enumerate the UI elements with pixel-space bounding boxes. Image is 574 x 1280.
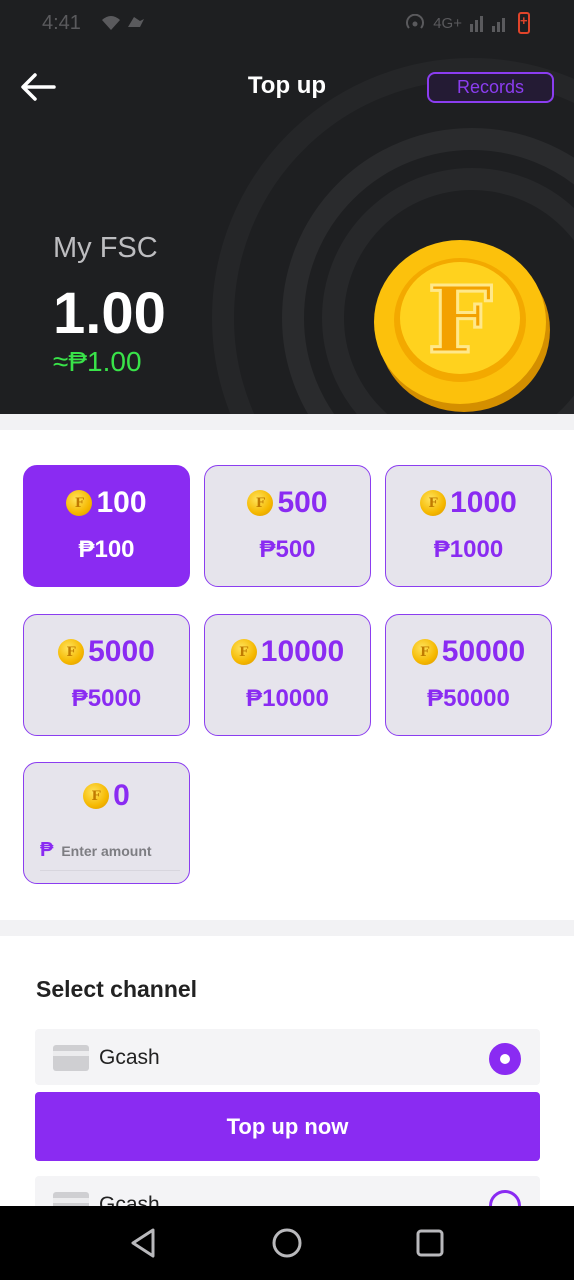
topup-now-button[interactable]: Top up now — [35, 1092, 540, 1161]
package-grid: F 100 ₱100 F 500 ₱500 F 1000 ₱1000 F 5000 ₱5… — [0, 430, 574, 920]
package-price: ₱10000 — [246, 685, 329, 712]
package-coins: 10000 — [260, 635, 345, 668]
coin-icon: F — [247, 490, 274, 516]
wifi-icon — [100, 13, 146, 38]
balance-value: 1.00 — [53, 281, 166, 346]
package-coins: 1000 — [450, 486, 517, 519]
package-tile-5000[interactable]: F 5000 ₱5000 — [23, 614, 190, 736]
package-tile-50000[interactable]: F 50000 ₱50000 — [385, 614, 552, 736]
channel-option-gcash[interactable]: Gcash — [35, 1029, 540, 1085]
peso-icon: ₱ — [40, 839, 54, 861]
coin-icon: F — [420, 490, 447, 516]
package-tile-500[interactable]: F 500 ₱500 — [204, 465, 371, 587]
channel-section: Select channel Gcash Top up now Gcash — [0, 936, 574, 1232]
coin-icon: F — [411, 639, 438, 665]
coin-icon: F — [66, 490, 93, 516]
balance-php-equivalent: ≈₱1.00 — [53, 346, 142, 377]
hotspot-icon — [406, 14, 425, 29]
balance-header: Top up Records My FSC 1.00 ≈₱1.00 F — [0, 48, 574, 414]
nav-recents-icon[interactable] — [414, 1226, 446, 1260]
custom-coins: 0 — [113, 779, 130, 812]
package-coins: 5000 — [88, 635, 155, 668]
coin-icon: F — [83, 783, 110, 809]
package-coins: 50000 — [441, 635, 526, 668]
package-price: ₱100 — [78, 536, 135, 563]
status-time: 4:41 — [42, 12, 81, 34]
gold-coin-icon: F — [374, 240, 550, 412]
signal-icon — [470, 16, 505, 32]
nav-home-icon[interactable] — [270, 1226, 304, 1260]
package-tile-10000[interactable]: F 10000 ₱10000 — [204, 614, 371, 736]
package-price: ₱50000 — [427, 685, 510, 712]
balance-label: My FSC — [53, 232, 158, 264]
section-title: Select channel — [36, 976, 198, 1002]
card-icon — [53, 1045, 89, 1071]
package-coins: 100 — [96, 486, 147, 519]
package-price: ₱500 — [259, 536, 316, 563]
radio-selected-icon[interactable] — [489, 1043, 521, 1075]
package-coins: 500 — [277, 486, 328, 519]
coin-letter: F — [427, 266, 492, 374]
package-tile-1000[interactable]: F 1000 ₱1000 — [385, 465, 552, 587]
channel-name: Gcash — [99, 1046, 160, 1069]
amount-input[interactable] — [61, 842, 162, 859]
custom-amount-tile[interactable]: F0 ₱ — [23, 762, 190, 884]
status-bar: 4:41 4G+ — [0, 0, 574, 48]
package-price: ₱5000 — [71, 685, 142, 712]
package-price: ₱1000 — [433, 536, 504, 563]
records-button[interactable]: Records — [427, 72, 554, 103]
battery-icon — [518, 12, 530, 34]
package-tile-100[interactable]: F 100 ₱100 — [23, 465, 190, 587]
system-nav-bar — [0, 1206, 574, 1280]
status-right: 4G+ — [405, 12, 530, 34]
nav-back-icon[interactable] — [128, 1226, 158, 1260]
network-type: 4G+ — [433, 14, 462, 32]
coin-icon: F — [58, 639, 85, 665]
coin-icon: F — [230, 639, 257, 665]
